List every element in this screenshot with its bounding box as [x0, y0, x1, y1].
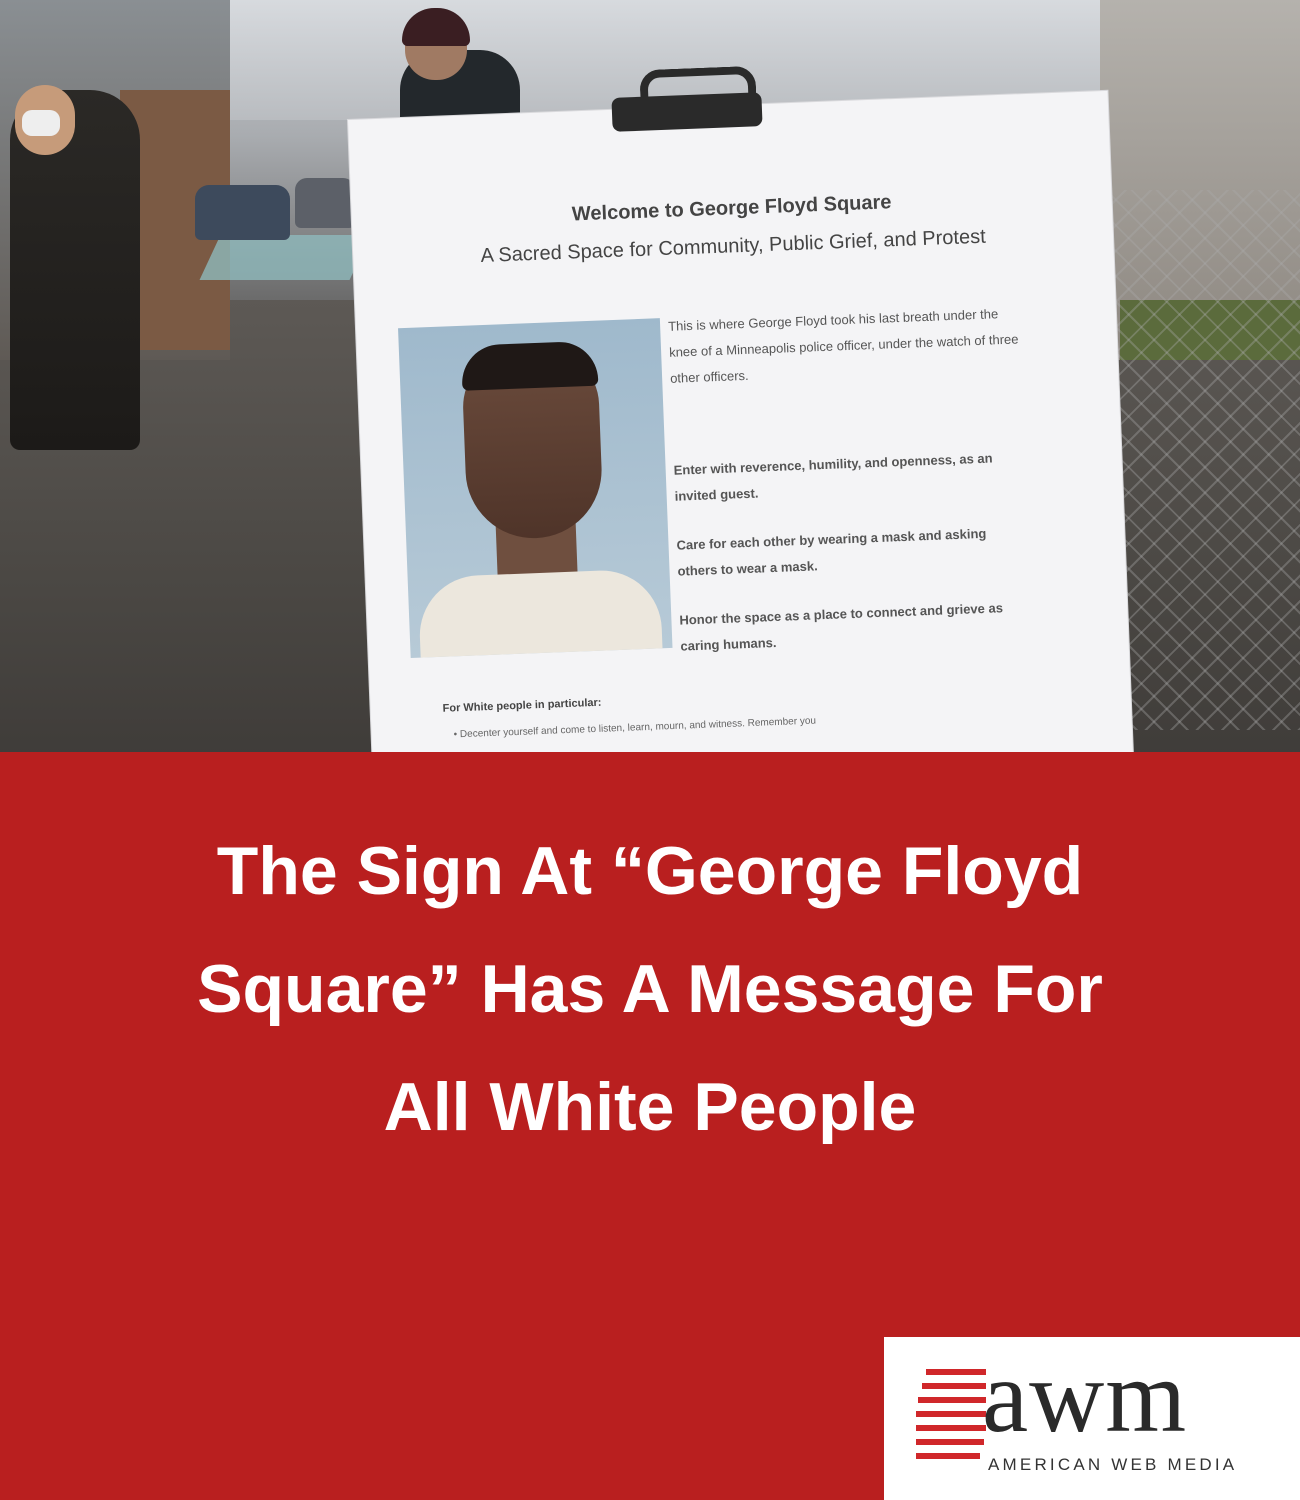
sign-section-heading: For White people in particular:	[442, 696, 602, 715]
photo-face-mask	[22, 110, 60, 136]
portrait-hair	[460, 340, 599, 391]
logo-wordmark: awm	[982, 1339, 1188, 1454]
logo-stripes-icon	[916, 1369, 986, 1469]
sign-clip	[611, 92, 763, 132]
headline: The Sign At “George Floyd Square” Has A …	[197, 833, 1103, 1145]
awm-logo: awm AMERICAN WEB MEDIA	[884, 1337, 1300, 1500]
photo-painted-road	[199, 235, 371, 280]
photo-fence	[1110, 190, 1300, 730]
portrait-shirt	[417, 568, 664, 658]
hero-photo: Welcome to George Floyd Square A Sacred …	[0, 0, 1300, 752]
photo-car	[295, 178, 355, 228]
sign-paragraph: Enter with reverence, humility, and open…	[673, 450, 993, 504]
sign-paragraph: This is where George Floyd took his last…	[667, 306, 1019, 386]
logo-subtitle: AMERICAN WEB MEDIA	[988, 1455, 1238, 1474]
sign-portrait	[398, 318, 673, 658]
sign-bullet: • Decenter yourself and come to listen, …	[453, 715, 817, 741]
photo-car	[195, 185, 290, 240]
george-floyd-square-sign: Welcome to George Floyd Square A Sacred …	[348, 90, 1134, 752]
photo-divider	[0, 752, 1300, 754]
sign-paragraph: Honor the space as a place to connect an…	[679, 600, 1004, 654]
sign-paragraph: Care for each other by wearing a mask an…	[676, 525, 987, 579]
